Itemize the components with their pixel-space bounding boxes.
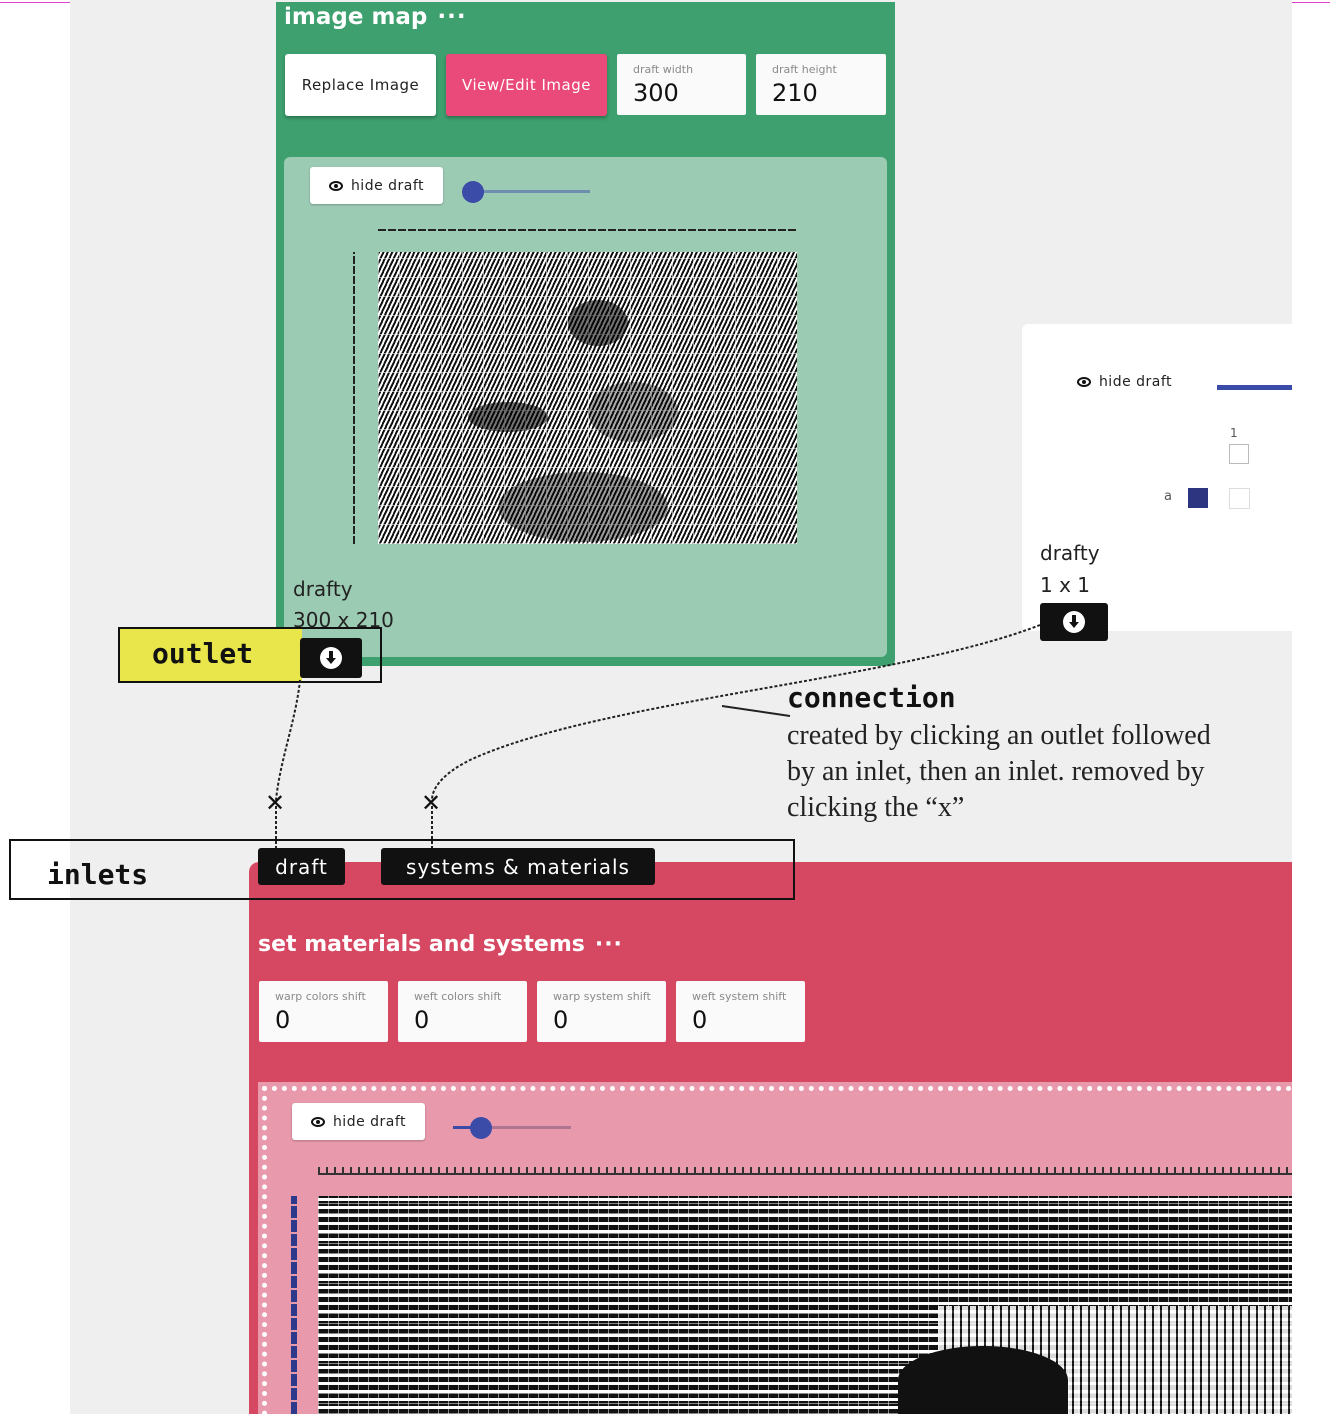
weft-colors-shift-field[interactable]: weft colors shift 0 bbox=[398, 981, 527, 1042]
connection-annotation-title: connection bbox=[787, 681, 956, 714]
connection-annotation-line-2: by an inlet, then an inlet. removed by bbox=[787, 756, 1205, 787]
field-label: weft system shift bbox=[692, 990, 787, 1003]
weft-system-shift-field[interactable]: weft system shift 0 bbox=[676, 981, 805, 1042]
zoom-slider-thumb-3[interactable] bbox=[470, 1117, 492, 1139]
warp-colors-shift-field[interactable]: warp colors shift 0 bbox=[259, 981, 388, 1042]
connection-pointer bbox=[721, 705, 791, 717]
more-options-icon[interactable]: ··· bbox=[595, 932, 623, 957]
warp-system-shift-field[interactable]: warp system shift 0 bbox=[537, 981, 666, 1042]
field-value[interactable]: 0 bbox=[414, 1006, 429, 1034]
weft-system-ruler bbox=[291, 1196, 297, 1414]
hide-draft-button-3[interactable]: hide draft bbox=[292, 1103, 425, 1140]
set-materials-draft-preview[interactable] bbox=[318, 1196, 1292, 1414]
connection-draft bbox=[275, 679, 301, 801]
inlets-annotation-label: inlets bbox=[47, 858, 149, 891]
field-value[interactable]: 0 bbox=[692, 1006, 707, 1034]
remove-connection-draft-icon[interactable]: ✕ bbox=[265, 789, 285, 817]
connection-annotation-line-3: clicking the “x” bbox=[787, 792, 965, 823]
set-materials-title-text: set materials and systems bbox=[258, 932, 585, 957]
field-label: warp system shift bbox=[553, 990, 651, 1003]
warp-ruler-2 bbox=[318, 1167, 1292, 1175]
field-value[interactable]: 0 bbox=[553, 1006, 568, 1034]
inlet-draft[interactable]: draft bbox=[258, 848, 345, 885]
connection-annotation-line-1: created by clicking an outlet followed bbox=[787, 720, 1211, 751]
hide-draft-label-3: hide draft bbox=[332, 1113, 407, 1130]
set-materials-title: set materials and systems ··· bbox=[258, 932, 623, 957]
remove-connection-systems-icon[interactable]: ✕ bbox=[421, 789, 441, 817]
field-label: weft colors shift bbox=[414, 990, 502, 1003]
field-value[interactable]: 0 bbox=[275, 1006, 290, 1034]
eye-icon bbox=[310, 1116, 325, 1127]
field-label: warp colors shift bbox=[275, 990, 366, 1003]
inlet-systems-materials[interactable]: systems & materials bbox=[381, 848, 655, 885]
